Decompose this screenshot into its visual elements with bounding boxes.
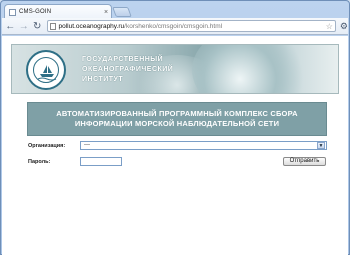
organization-select-value: ---	[84, 142, 90, 148]
url-text: pollut.oceanography.ru/korshenko/cmsgoin…	[59, 23, 223, 30]
tab-title: CMS-GOIN	[19, 9, 52, 15]
forward-arrow-icon[interactable]: →	[19, 21, 30, 32]
back-arrow-icon[interactable]: ←	[5, 21, 16, 32]
page-icon	[49, 22, 56, 30]
system-title-line: ИНФОРМАЦИИ МОРСКОЙ НАБЛЮДАТЕЛЬНОЙ СЕТИ	[74, 119, 280, 128]
header-banner: ГОСУДАРСТВЕННЫЙ ОКЕАНОГРАФИЧЕСКИЙ ИНСТИТ…	[11, 44, 339, 94]
institute-name: ГОСУДАРСТВЕННЫЙ ОКЕАНОГРАФИЧЕСКИЙ ИНСТИТ…	[82, 55, 173, 85]
close-tab-icon[interactable]: ×	[101, 9, 111, 16]
organization-select[interactable]: --- ▼	[80, 141, 327, 150]
institute-name-line: ГОСУДАРСТВЕННЫЙ	[82, 56, 164, 63]
new-tab-button[interactable]	[112, 7, 132, 17]
browser-toolbar: ← → ↻ pollut.oceanography.ru/korshenko/c…	[2, 18, 348, 35]
address-bar[interactable]: pollut.oceanography.ru/korshenko/cmsgoin…	[46, 20, 336, 32]
password-field[interactable]	[80, 157, 122, 166]
wrench-menu-icon[interactable]: ⚙	[340, 21, 348, 32]
page-favicon-icon	[9, 8, 16, 16]
tab-strip: CMS-GOIN ×	[1, 1, 349, 19]
institute-name-line: ИНСТИТУТ	[82, 76, 124, 83]
institute-name-line: ОКЕАНОГРАФИЧЕСКИЙ	[82, 66, 174, 73]
wave-decoration	[192, 45, 312, 93]
system-title: АВТОМАТИЗИРОВАННЫЙ ПРОГРАММНЫЙ КОМПЛЕКС …	[27, 102, 327, 136]
system-title-line: АВТОМАТИЗИРОВАННЫЙ ПРОГРАММНЫЙ КОМПЛЕКС …	[56, 109, 298, 118]
logo-emblem	[33, 57, 59, 83]
chevron-down-icon[interactable]: ▼	[317, 142, 325, 149]
url-path: /korshenko/cmsgoin/cmsgoin.html	[124, 22, 223, 30]
submit-button[interactable]: Отправить	[283, 157, 326, 166]
reload-icon[interactable]: ↻	[32, 21, 43, 32]
organization-label: Организация:	[28, 143, 66, 149]
browser-window: CMS-GOIN × ← → ↻ pollut.oceanography.ru/…	[0, 0, 350, 255]
browser-tab[interactable]: CMS-GOIN ×	[4, 4, 112, 19]
bookmark-star-icon[interactable]: ☆	[326, 22, 333, 31]
institute-logo	[26, 50, 66, 90]
url-host: pollut.oceanography.ru	[58, 22, 125, 30]
password-label: Пароль:	[28, 159, 51, 165]
page-viewport: ГОСУДАРСТВЕННЫЙ ОКЕАНОГРАФИЧЕСКИЙ ИНСТИТ…	[2, 36, 348, 255]
logo-ship-icon	[37, 65, 57, 81]
